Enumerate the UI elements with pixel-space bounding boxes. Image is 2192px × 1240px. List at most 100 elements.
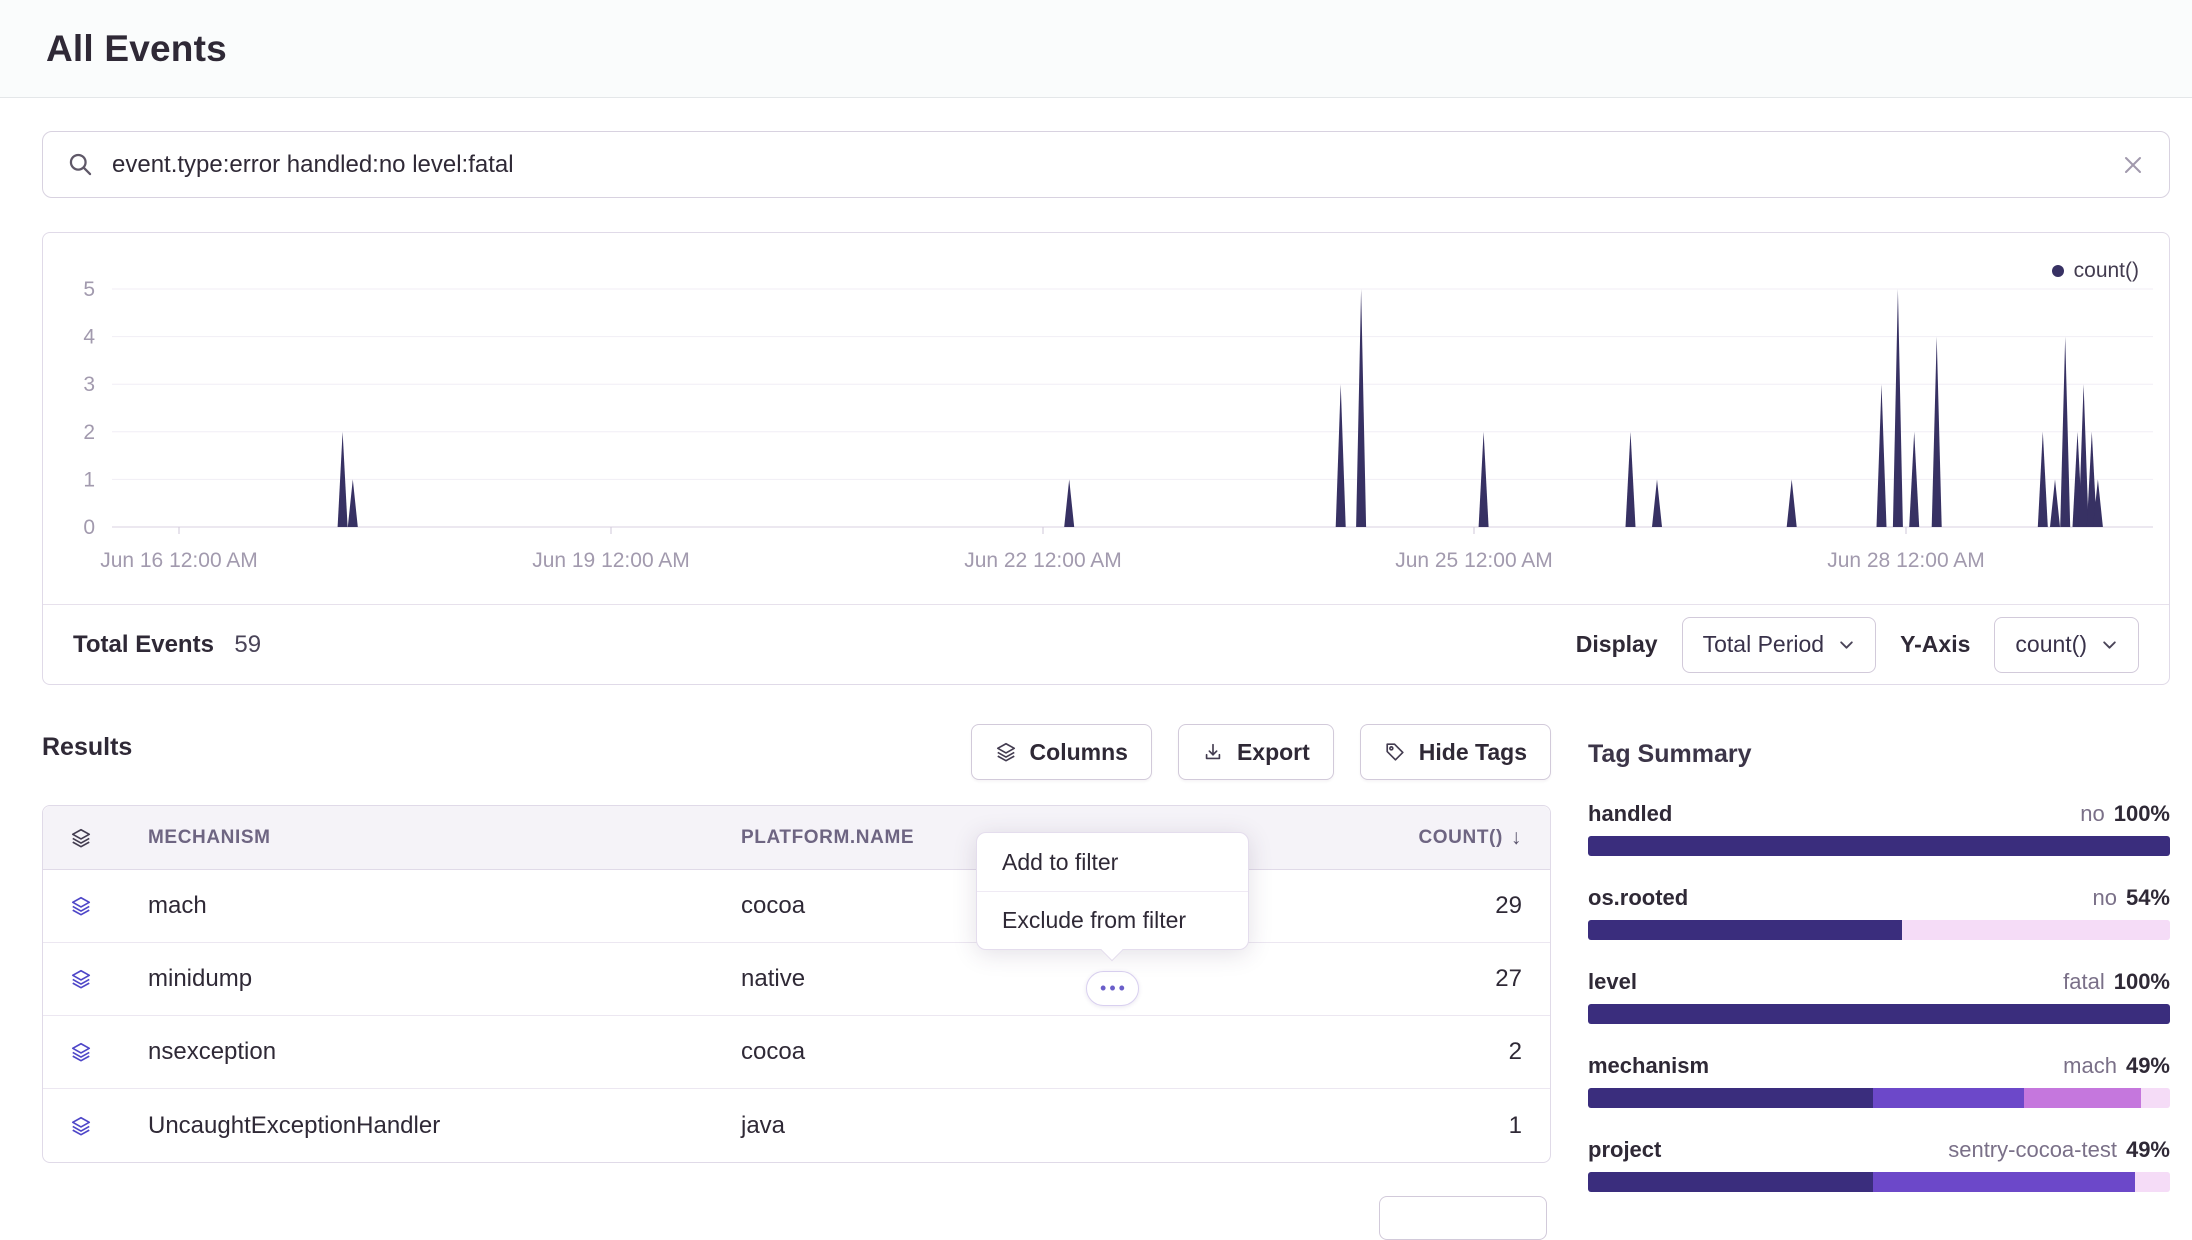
tag-bar-segment[interactable]: [1588, 1172, 1873, 1192]
cell-platform: cocoa: [713, 1038, 1342, 1066]
count-header-label: COUNT(): [1418, 827, 1502, 849]
tag-top-value: sentry-cocoa-test: [1948, 1137, 2117, 1162]
tag-key: level: [1588, 969, 1637, 995]
clear-search-button[interactable]: [2121, 153, 2145, 177]
tag-top-percent: 54%: [2126, 885, 2170, 910]
tag-top-value: no: [2092, 885, 2116, 910]
cell-count: 27: [1342, 965, 1552, 993]
tag-top-percent: 49%: [2126, 1137, 2170, 1162]
tag-entry: handled no100%: [1588, 801, 2170, 856]
search-bar: [42, 131, 2170, 198]
stack-icon: [43, 895, 118, 917]
tag-distribution-bar[interactable]: [1588, 1088, 2170, 1108]
cell-actions-ellipsis-button[interactable]: •••: [1086, 971, 1139, 1006]
column-header-count[interactable]: COUNT() ↓: [1342, 826, 1552, 850]
tag-summary-heading: Tag Summary: [1588, 740, 2170, 769]
chevron-down-icon: [1838, 636, 1855, 653]
cell-context-menu: Add to filter Exclude from filter: [976, 832, 1249, 950]
tag-top-percent: 100%: [2114, 801, 2170, 826]
svg-text:0: 0: [83, 516, 95, 539]
tag-distribution-bar[interactable]: [1588, 920, 2170, 940]
cell-count: 2: [1342, 1038, 1552, 1066]
series-color-dot: [2052, 265, 2064, 277]
tag-bar-segment[interactable]: [1588, 1004, 2170, 1024]
tag-bar-segment[interactable]: [2141, 1088, 2170, 1108]
results-heading: Results: [42, 733, 132, 762]
cell-mechanism: UncaughtExceptionHandler: [118, 1112, 713, 1140]
total-events-value: 59: [234, 631, 261, 658]
menu-item-add-to-filter[interactable]: Add to filter: [977, 833, 1248, 891]
page-header: All Events: [0, 0, 2192, 98]
tag-bar-segment[interactable]: [1588, 920, 1902, 940]
table-row[interactable]: nsexception cocoa 2: [43, 1016, 1550, 1089]
stack-icon: [43, 1041, 118, 1063]
table-header-row: MECHANISM PLATFORM.NAME COUNT() ↓: [43, 806, 1550, 870]
yaxis-dropdown-value: count(): [2015, 631, 2087, 658]
display-dropdown-value: Total Period: [1703, 631, 1824, 658]
cell-platform: native: [713, 965, 1342, 993]
pagination-button[interactable]: [1379, 1196, 1547, 1240]
svg-text:5: 5: [83, 278, 95, 301]
hide-tags-button[interactable]: Hide Tags: [1360, 724, 1551, 780]
columns-button[interactable]: Columns: [971, 724, 1152, 780]
tag-bar-segment[interactable]: [1873, 1172, 2135, 1192]
layers-icon: [995, 741, 1017, 763]
search-input[interactable]: [112, 151, 2121, 179]
results-toolbar: Columns Export Hide Tags: [971, 724, 1551, 780]
tag-top-value: fatal: [2063, 969, 2105, 994]
tag-key: os.rooted: [1588, 885, 1688, 911]
tag-key: project: [1588, 1137, 1661, 1163]
yaxis-dropdown[interactable]: count(): [1994, 617, 2139, 673]
tag-distribution-bar[interactable]: [1588, 1172, 2170, 1192]
svg-text:Jun 25 12:00 AM: Jun 25 12:00 AM: [1395, 549, 1553, 572]
display-dropdown[interactable]: Total Period: [1682, 617, 1876, 673]
search-icon: [67, 151, 94, 178]
events-chart-area[interactable]: 012345Jun 16 12:00 AMJun 19 12:00 AMJun …: [43, 233, 2169, 606]
tag-entry: project sentry-cocoa-test 49%: [1588, 1137, 2170, 1192]
stack-icon: [43, 1115, 118, 1137]
total-events-label: Total Events: [73, 631, 214, 658]
tag-entry: os.rooted no 54%: [1588, 885, 2170, 940]
table-row[interactable]: minidump native 27: [43, 943, 1550, 1016]
hide-tags-button-label: Hide Tags: [1419, 739, 1527, 766]
svg-text:4: 4: [83, 326, 95, 349]
svg-text:1: 1: [83, 468, 95, 491]
svg-text:Jun 16 12:00 AM: Jun 16 12:00 AM: [100, 549, 258, 572]
tag-bar-segment[interactable]: [1588, 836, 2170, 856]
cell-mechanism: minidump: [118, 965, 713, 993]
tag-bar-segment[interactable]: [1902, 920, 2170, 940]
cell-mechanism: mach: [118, 892, 713, 920]
stack-icon: [43, 968, 118, 990]
columns-button-label: Columns: [1030, 739, 1128, 766]
page-title: All Events: [46, 28, 227, 70]
tag-distribution-bar[interactable]: [1588, 836, 2170, 856]
cell-platform: java: [713, 1112, 1342, 1140]
results-table: MECHANISM PLATFORM.NAME COUNT() ↓ mach c…: [42, 805, 1551, 1163]
total-events: Total Events 59: [73, 631, 261, 659]
series-legend-label: count(): [2074, 259, 2139, 283]
tag-top-value: mach: [2063, 1053, 2117, 1078]
cell-count: 1: [1342, 1112, 1552, 1140]
tag-bar-segment[interactable]: [2135, 1172, 2170, 1192]
tag-entry: mechanism mach49%: [1588, 1053, 2170, 1108]
column-header-mechanism[interactable]: MECHANISM: [118, 827, 713, 849]
events-chart-panel: 012345Jun 16 12:00 AMJun 19 12:00 AMJun …: [42, 232, 2170, 685]
tag-bar-segment[interactable]: [1588, 1088, 1873, 1108]
table-row[interactable]: UncaughtExceptionHandler java 1: [43, 1089, 1550, 1162]
cell-mechanism: nsexception: [118, 1038, 713, 1066]
tag-entry: level fatal 100%: [1588, 969, 2170, 1024]
export-button-label: Export: [1237, 739, 1310, 766]
tag-key: mechanism: [1588, 1053, 1709, 1079]
tag-bar-segment[interactable]: [2024, 1088, 2140, 1108]
export-button[interactable]: Export: [1178, 724, 1334, 780]
cell-count: 29: [1342, 892, 1552, 920]
tag-key: handled: [1588, 801, 1672, 827]
events-chart[interactable]: 012345Jun 16 12:00 AMJun 19 12:00 AMJun …: [43, 233, 2169, 605]
sort-desc-icon: ↓: [1511, 826, 1522, 850]
tag-top-percent: 100%: [2114, 969, 2170, 994]
tag-distribution-bar[interactable]: [1588, 1004, 2170, 1024]
close-icon: [2121, 153, 2145, 177]
tag-bar-segment[interactable]: [1873, 1088, 2024, 1108]
svg-text:Jun 22 12:00 AM: Jun 22 12:00 AM: [964, 549, 1122, 572]
table-row[interactable]: mach cocoa 29: [43, 870, 1550, 943]
